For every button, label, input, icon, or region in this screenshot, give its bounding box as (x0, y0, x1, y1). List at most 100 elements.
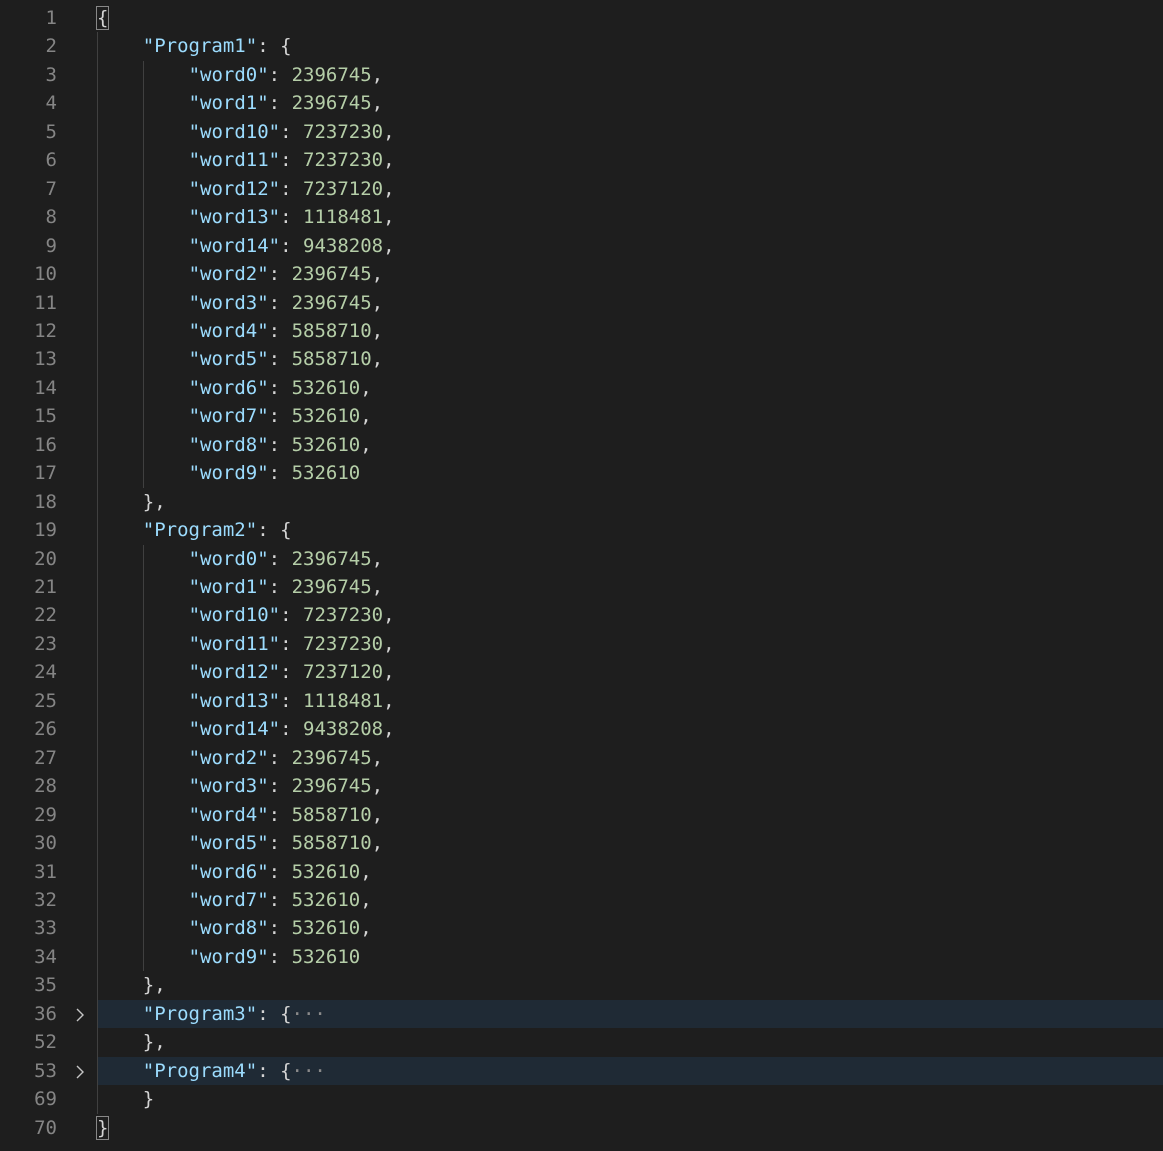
code-text[interactable]: "word7": 532610, (189, 402, 372, 431)
json-key: "Program1" (142, 35, 258, 58)
code-line[interactable]: 27 "word2": 2396745, (0, 744, 1163, 773)
chevron-right-icon[interactable] (72, 1057, 88, 1086)
code-line[interactable]: 33 "word8": 532610, (0, 914, 1163, 943)
code-line[interactable]: 11 "word3": 2396745, (0, 289, 1163, 318)
code-text[interactable]: "word11": 7237230, (189, 630, 395, 659)
code-line[interactable]: 8 "word13": 1118481, (0, 203, 1163, 232)
code-line[interactable]: 70} (0, 1114, 1163, 1143)
code-text[interactable]: "word2": 2396745, (189, 260, 384, 289)
code-text[interactable]: "word5": 5858710, (189, 829, 384, 858)
code-text[interactable]: "word8": 532610, (189, 914, 372, 943)
code-text[interactable]: }, (143, 488, 166, 517)
comma: , (371, 775, 384, 798)
code-text[interactable]: "word2": 2396745, (189, 744, 384, 773)
code-line[interactable]: 10 "word2": 2396745, (0, 260, 1163, 289)
code-editor[interactable]: 1{2 "Program1": {3 "word0": 2396745, 4 "word… (0, 0, 1163, 1151)
punctuation: : (268, 348, 292, 371)
code-line[interactable]: 53 "Program4": {··· (0, 1056, 1163, 1086)
json-number-value: 2396745 (291, 63, 372, 86)
folded-ellipsis[interactable]: ··· (292, 1060, 326, 1082)
code-text[interactable]: }, (143, 1028, 166, 1057)
code-line[interactable]: 12 "word4": 5858710, (0, 317, 1163, 346)
code-line[interactable]: 69} (0, 1085, 1163, 1114)
code-line[interactable]: 26 "word14": 9438208, (0, 715, 1163, 744)
code-line[interactable]: 23 "word11": 7237230, (0, 630, 1163, 659)
code-line[interactable]: 9 "word14": 9438208, (0, 232, 1163, 261)
code-line[interactable]: 3 "word0": 2396745, (0, 61, 1163, 90)
code-text[interactable]: "word9": 532610 (189, 459, 361, 488)
code-text[interactable]: "word13": 1118481, (189, 203, 395, 232)
code-text[interactable]: "Program1": { (143, 32, 292, 61)
code-text[interactable]: "word6": 532610, (189, 858, 372, 887)
code-line[interactable]: 19 "Program2": { (0, 516, 1163, 545)
code-line[interactable]: 17 "word9": 532610 (0, 459, 1163, 488)
code-line[interactable]: 25 "word13": 1118481, (0, 687, 1163, 716)
code-text[interactable]: "word10": 7237230, (189, 118, 395, 147)
code-text[interactable]: "Program4": {··· (143, 1057, 326, 1086)
code-text[interactable]: "word1": 2396745, (189, 573, 384, 602)
code-line[interactable]: 32 "word7": 532610, (0, 886, 1163, 915)
code-line[interactable]: 31 "word6": 532610, (0, 858, 1163, 887)
code-line[interactable]: 24 "word12": 7237120, (0, 658, 1163, 687)
code-line[interactable]: 22 "word10": 7237230, (0, 601, 1163, 630)
code-line[interactable]: 15 "word7": 532610, (0, 402, 1163, 431)
code-text[interactable]: "word14": 9438208, (189, 715, 395, 744)
code-line[interactable]: 20 "word0": 2396745, (0, 545, 1163, 574)
code-line[interactable]: 5 "word10": 7237230, (0, 118, 1163, 147)
code-text[interactable]: { (95, 4, 110, 33)
code-text[interactable]: "word12": 7237120, (189, 175, 395, 204)
json-key: "word11" (188, 632, 281, 655)
code-text[interactable]: "Program3": {··· (143, 1000, 326, 1029)
code-text[interactable]: "word11": 7237230, (189, 146, 395, 175)
code-text[interactable]: "word10": 7237230, (189, 601, 395, 630)
code-text[interactable]: "word0": 2396745, (189, 545, 384, 574)
json-key: "word1" (188, 576, 269, 598)
json-number-value: 7237120 (303, 177, 384, 200)
code-text[interactable]: "word1": 2396745, (189, 89, 384, 118)
punctuation: : (268, 291, 292, 314)
code-text[interactable]: } (143, 1085, 154, 1114)
code-line[interactable]: 21 "word1": 2396745, (0, 573, 1163, 602)
code-text[interactable]: "word4": 5858710, (189, 801, 384, 830)
code-text[interactable]: "word14": 9438208, (189, 232, 395, 261)
code-line[interactable]: 4 "word1": 2396745, (0, 89, 1163, 118)
json-number-value: 7237230 (303, 120, 384, 143)
code-text[interactable]: "word6": 532610, (189, 374, 372, 403)
code-line[interactable]: 30 "word5": 5858710, (0, 829, 1163, 858)
closing-brace: } (142, 1088, 155, 1111)
code-text[interactable]: "Program2": { (143, 516, 292, 545)
code-line[interactable]: 35}, (0, 971, 1163, 1000)
punctuation: : (280, 632, 303, 655)
code-line[interactable]: 36 "Program3": {··· (0, 999, 1163, 1029)
code-line[interactable]: 28 "word3": 2396745, (0, 772, 1163, 801)
chevron-right-icon[interactable] (72, 1000, 88, 1029)
code-line[interactable]: 6 "word11": 7237230, (0, 146, 1163, 175)
code-text[interactable]: "word7": 532610, (189, 886, 372, 915)
code-line[interactable]: 52}, (0, 1028, 1163, 1057)
folded-ellipsis[interactable]: ··· (292, 1003, 326, 1025)
json-number-value: 7237120 (303, 661, 384, 684)
code-text[interactable]: "word3": 2396745, (189, 289, 384, 318)
code-line[interactable]: 34 "word9": 532610 (0, 943, 1163, 972)
code-text[interactable]: "word0": 2396745, (189, 61, 384, 90)
code-line[interactable]: 16 "word8": 532610, (0, 431, 1163, 460)
code-text[interactable]: }, (143, 971, 166, 1000)
code-line[interactable]: 13 "word5": 5858710, (0, 345, 1163, 374)
code-text[interactable]: "word3": 2396745, (189, 772, 384, 801)
punctuation: : (268, 860, 292, 883)
json-key: "word2" (188, 263, 269, 286)
code-text[interactable]: "word9": 532610 (189, 943, 361, 972)
code-text[interactable]: "word4": 5858710, (189, 317, 384, 346)
code-line[interactable]: 18}, (0, 488, 1163, 517)
code-text[interactable]: } (95, 1114, 110, 1143)
code-line[interactable]: 1{ (0, 4, 1163, 33)
code-text[interactable]: "word8": 532610, (189, 431, 372, 460)
code-text[interactable]: "word13": 1118481, (189, 687, 395, 716)
comma: , (360, 376, 372, 399)
code-line[interactable]: 14 "word6": 532610, (0, 374, 1163, 403)
code-line[interactable]: 2 "Program1": { (0, 32, 1163, 61)
code-text[interactable]: "word12": 7237120, (189, 658, 395, 687)
code-text[interactable]: "word5": 5858710, (189, 345, 384, 374)
code-line[interactable]: 29 "word4": 5858710, (0, 801, 1163, 830)
code-line[interactable]: 7 "word12": 7237120, (0, 175, 1163, 204)
